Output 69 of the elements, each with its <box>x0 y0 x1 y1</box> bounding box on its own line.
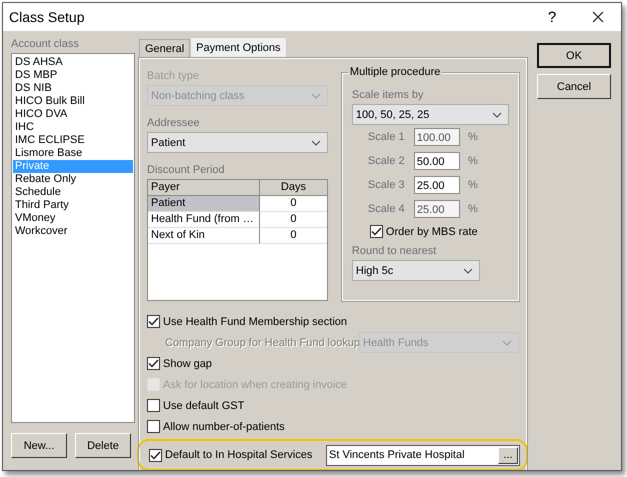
list-item[interactable]: VMoney <box>13 212 133 225</box>
checkbox-label: Ask for location when creating invoice <box>163 378 348 390</box>
round-dropdown[interactable]: High 5c <box>352 260 480 281</box>
field-label: Addressee <box>147 116 201 130</box>
column-header: Days <box>260 180 327 196</box>
chevron-icon <box>310 140 321 146</box>
field-label: Batch type <box>147 69 200 83</box>
list-button[interactable]: New... <box>11 433 67 458</box>
addressee-dropdown[interactable]: Patient <box>147 132 328 153</box>
group-title: Multiple procedure <box>348 66 442 78</box>
tab[interactable]: General <box>139 39 190 58</box>
checkbox-label: Default to In Hospital Services <box>165 449 314 461</box>
scale-input[interactable]: 50.00 <box>414 152 460 170</box>
table-cell: 0 <box>260 196 327 212</box>
list-item[interactable]: DS AHSA <box>13 56 133 69</box>
checkbox-label: Use Health Fund Membership section <box>163 316 348 328</box>
list-item[interactable]: Schedule <box>13 186 133 199</box>
chevron-icon <box>502 340 512 346</box>
field-label: Discount Period <box>147 163 226 177</box>
checkbox[interactable] <box>147 420 160 433</box>
list-item[interactable]: Third Party <box>13 199 133 212</box>
chevron-icon <box>462 268 473 274</box>
checkbox-label: Show gap <box>163 358 212 370</box>
table-cell[interactable]: Health Fund (from … <box>148 212 260 228</box>
dialog-button[interactable]: Cancel <box>537 74 611 99</box>
percent-unit: % <box>468 155 478 167</box>
scale-label: Scale 4 <box>368 203 406 215</box>
percent-unit: % <box>468 131 478 143</box>
chevron-icon <box>310 92 321 98</box>
list-item[interactable]: IMC ECLIPSE <box>13 134 133 147</box>
scale-dropdown[interactable]: 100, 50, 25, 25 <box>352 104 509 125</box>
checkbox[interactable] <box>149 448 162 462</box>
field-label: Scale items by <box>352 88 424 102</box>
checkbox-label: Order by MBS rate <box>386 226 478 238</box>
tab[interactable]: Payment Options <box>190 37 287 58</box>
list-label: Account class <box>11 37 80 51</box>
list-item[interactable]: DS MBP <box>13 69 133 82</box>
scale-label: Scale 3 <box>368 179 406 191</box>
list-item[interactable]: IHC <box>13 121 133 134</box>
checkbox[interactable] <box>147 315 160 328</box>
table-cell: 0 <box>260 228 327 244</box>
scale-input[interactable]: 25.00 <box>414 176 460 194</box>
checkbox-label: Allow number-of-patients <box>163 420 285 432</box>
table-cell[interactable]: Next of Kin <box>148 228 260 244</box>
scale-label: Scale 2 <box>368 155 406 167</box>
table-cell: 0 <box>260 212 327 228</box>
close-icon <box>592 11 604 23</box>
checkbox[interactable] <box>370 225 383 238</box>
list-button[interactable]: Delete <box>75 433 131 458</box>
column-header: Payer <box>148 180 260 196</box>
checkbox[interactable] <box>147 357 160 370</box>
list-item[interactable]: Lismore Base <box>13 147 133 160</box>
hospital-field[interactable]: St Vincents Private Hospital ... <box>326 444 520 466</box>
percent-unit: % <box>468 203 478 215</box>
table-cell[interactable]: Patient <box>148 196 260 212</box>
list-item[interactable]: HICO Bulk Bill <box>13 95 133 108</box>
dialog-button[interactable]: OK <box>537 43 611 68</box>
list-item[interactable]: Rebate Only <box>13 173 133 186</box>
percent-unit: % <box>468 179 478 191</box>
checkbox-label: Use default GST <box>163 400 244 412</box>
field-label: Round to nearest <box>352 244 438 258</box>
list-item[interactable]: HICO DVA <box>13 108 133 121</box>
window-title: Class Setup <box>8 9 86 25</box>
scale-label: Scale 1 <box>368 131 406 143</box>
chevron-icon <box>492 112 502 118</box>
checkbox[interactable] <box>147 399 160 412</box>
list-item[interactable]: DS NIB <box>13 82 133 95</box>
browse-button[interactable]: ... <box>498 446 518 464</box>
list-item[interactable]: Workcover <box>13 225 133 238</box>
